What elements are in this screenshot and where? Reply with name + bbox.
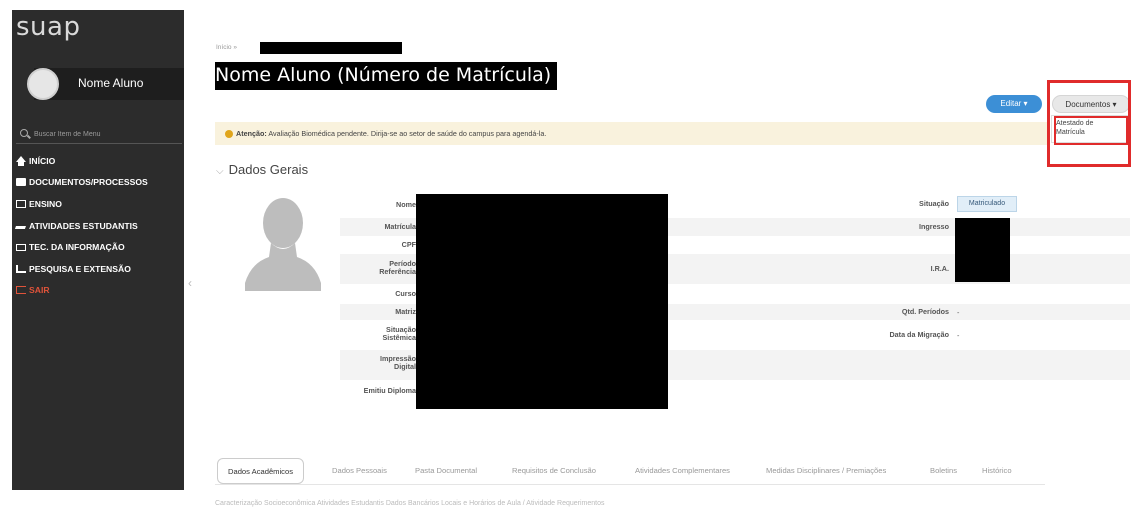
redaction-box — [260, 42, 402, 54]
tab-bar-second-row[interactable]: Caracterização Socioeconômica Atividades… — [215, 500, 605, 507]
sidebar-item-atividades[interactable]: ATIVIDADES ESTUDANTIS — [14, 215, 148, 237]
section-title: Dados Gerais — [228, 162, 309, 177]
redaction-box — [955, 218, 1010, 282]
warning-icon — [225, 130, 233, 139]
user-name[interactable]: Nome Aluno — [78, 76, 143, 90]
field-label-situacao-sistemica: Situação Sistêmica — [382, 325, 416, 342]
exit-icon — [16, 286, 26, 295]
sidebar-item-ensino[interactable]: ENSINO — [16, 193, 148, 215]
page-title: Nome Aluno (Número de Matrícula) — [215, 62, 558, 90]
sidebar-item-sair[interactable]: SAIR — [16, 280, 148, 302]
sidebar-item-label: PESQUISA E EXTENSÃO — [29, 263, 131, 274]
field-value-qtd-periodos: - — [957, 308, 960, 317]
field-label-matricula: Matrícula — [384, 222, 416, 231]
research-icon — [16, 264, 26, 273]
alert-strong: Atenção: — [236, 129, 267, 138]
sidebar-item-label: SAIR — [29, 285, 50, 296]
monitor-icon — [16, 243, 26, 251]
tab-dados-academicos[interactable]: Dados Acadêmicos — [217, 458, 305, 484]
edit-button[interactable]: Editar ▾ — [986, 95, 1042, 113]
field-label-curso: Curso — [395, 289, 416, 298]
sidebar-item-label: INÍCIO — [29, 155, 56, 166]
sidebar-item-label: ENSINO — [29, 198, 62, 209]
teaching-icon — [16, 199, 26, 208]
sidebar-item-inicio[interactable]: INÍCIO — [16, 150, 148, 172]
field-value-data-migracao: - — [957, 331, 960, 340]
search-input[interactable] — [34, 127, 174, 141]
home-icon — [16, 155, 26, 166]
app-logo[interactable]: suap — [16, 12, 80, 42]
sidebar-item-label: TEC. DA INFORMAÇÃO — [29, 242, 125, 253]
tab-requisitos-conclusao[interactable]: Requisitos de Conclusão — [512, 458, 596, 484]
chevron-down-icon: ⌵ — [216, 166, 224, 177]
tab-pasta-documental[interactable]: Pasta Documental — [415, 458, 477, 484]
field-label-impressao-digital: Impressão Digital — [380, 354, 416, 371]
alert-text: Avaliação Biomédica pendente. Dirija-se … — [266, 129, 547, 138]
sidebar-collapse-icon[interactable]: ‹ — [188, 276, 192, 290]
menu-search — [16, 124, 182, 144]
sidebar-menu: INÍCIO DOCUMENTOS/PROCESSOS ENSINO ATIVI… — [14, 150, 148, 302]
field-label-data-migracao: Data da Migração — [889, 330, 949, 339]
breadcrumb[interactable]: Início » — [216, 44, 237, 51]
section-header[interactable]: ⌵ Dados Gerais — [216, 162, 308, 177]
redaction-box — [416, 194, 668, 409]
sidebar-item-label: DOCUMENTOS/PROCESSOS — [29, 177, 148, 188]
sidebar: suap Nome Aluno INÍCIO DOCUMENTOS/PROCES… — [12, 10, 184, 490]
tab-divider — [215, 484, 1045, 485]
field-label-emitiu-diploma: Emitiu Diploma — [363, 386, 416, 395]
field-label-ingresso: Ingresso — [919, 222, 949, 231]
highlight-dropdown-item — [1054, 116, 1128, 145]
status-badge: Matriculado — [957, 196, 1017, 212]
tab-medidas-disciplinares[interactable]: Medidas Disciplinares / Premiações — [766, 458, 886, 484]
tab-boletins[interactable]: Boletins — [930, 458, 957, 484]
tab-atividades-complementares[interactable]: Atividades Complementares — [635, 458, 730, 484]
alert-banner: Atenção: Avaliação Biomédica pendente. D… — [215, 122, 1047, 145]
profile-photo — [245, 198, 321, 291]
search-icon — [20, 129, 28, 137]
sidebar-item-pesquisa[interactable]: PESQUISA E EXTENSÃO — [16, 258, 148, 280]
sidebar-item-documentos[interactable]: DOCUMENTOS/PROCESSOS — [16, 172, 148, 194]
field-label-periodo: Período Referência — [379, 259, 416, 276]
field-label-matriz: Matriz — [395, 307, 416, 316]
sidebar-item-label: ATIVIDADES ESTUDANTIS — [29, 220, 138, 231]
documents-icon — [16, 178, 26, 187]
field-label-nome: Nome — [396, 200, 416, 209]
field-label-ira: I.R.A. — [930, 264, 949, 273]
sidebar-item-tec-informacao[interactable]: TEC. DA INFORMAÇÃO — [16, 236, 148, 258]
tab-dados-pessoais[interactable]: Dados Pessoais — [332, 458, 387, 484]
graduation-cap-icon — [14, 222, 28, 229]
field-label-qtd-periodos: Qtd. Períodos — [901, 307, 949, 316]
tab-historico[interactable]: Histórico — [982, 458, 1012, 484]
field-label-cpf: CPF — [401, 240, 416, 249]
avatar[interactable] — [27, 68, 59, 100]
field-label-situacao: Situação — [919, 199, 949, 208]
